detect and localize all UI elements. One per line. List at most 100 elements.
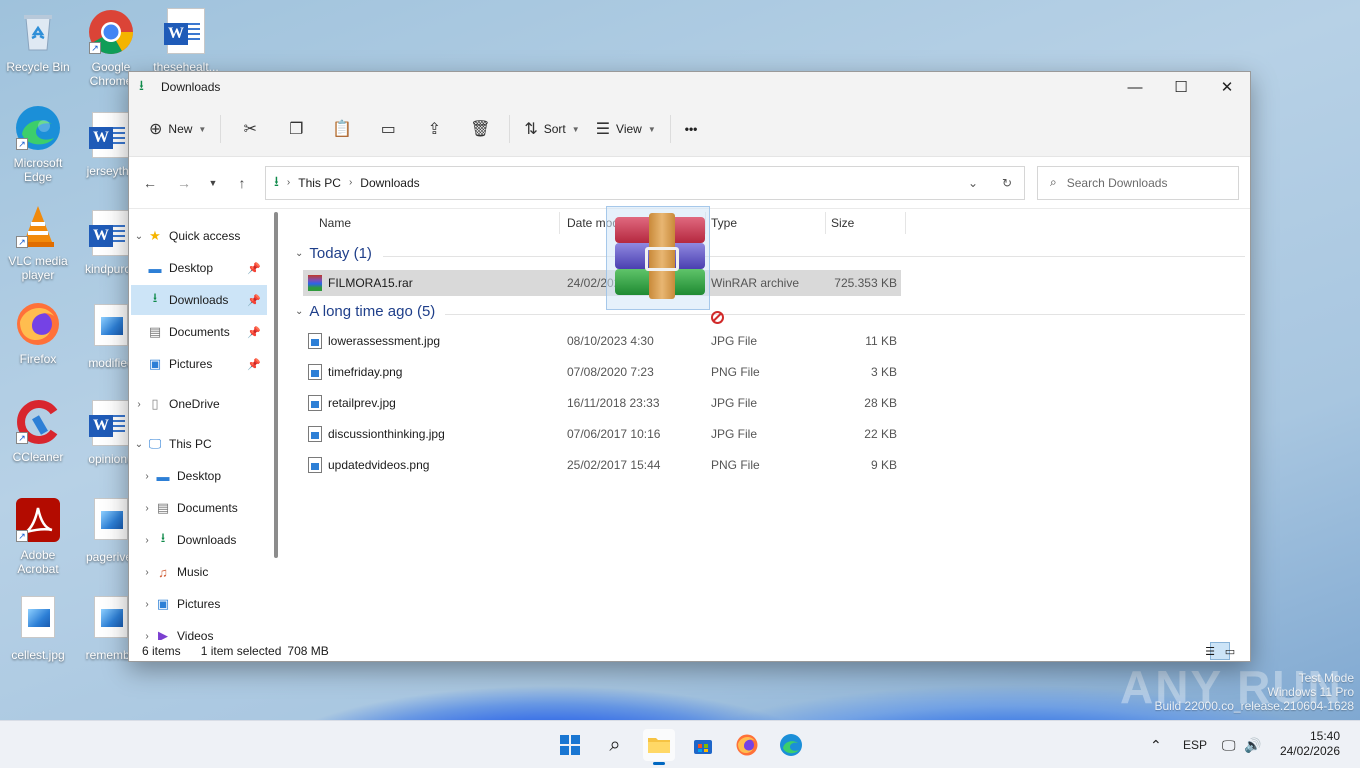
paste-button[interactable]: 📋 bbox=[319, 113, 365, 145]
sidebar-item-downloads[interactable]: ⭳ Downloads 📌 bbox=[131, 285, 267, 315]
up-button[interactable]: ↑ bbox=[225, 168, 259, 198]
sidebar-item-quick-access[interactable]: ⌄ ★ Quick access bbox=[131, 221, 267, 251]
test-mode-watermark: Test Mode Windows 11 Pro Build 22000.co_… bbox=[1154, 671, 1355, 713]
firefox-icon bbox=[14, 300, 62, 348]
column-divider[interactable] bbox=[825, 212, 826, 234]
recycle-bin-icon bbox=[14, 8, 62, 56]
search-button[interactable]: ⌕ bbox=[599, 729, 631, 761]
breadcrumb-downloads[interactable]: Downloads bbox=[360, 176, 419, 190]
taskbar-firefox[interactable] bbox=[731, 729, 763, 761]
chevron-down-icon: ▼ bbox=[198, 124, 207, 134]
desktop-icon-ccleaner[interactable]: ↗ CCleaner bbox=[0, 398, 76, 464]
sidebar-item-this-pc[interactable]: ⌄ 🖵 This PC bbox=[131, 429, 267, 459]
navigation-bar: ← → ▼ ↑ ⭳ › This PC › Downloads ⌄ ↻ ⌕ Se… bbox=[129, 157, 1250, 209]
large-icons-view-button[interactable]: ▭ bbox=[1225, 642, 1250, 660]
file-type: JPG File bbox=[711, 396, 758, 410]
share-button[interactable]: ⇪ bbox=[411, 113, 457, 145]
file-row[interactable]: lowerassessment.jpg 08/10/2023 4:30 JPG … bbox=[303, 328, 901, 354]
taskbar-file-explorer[interactable] bbox=[643, 729, 675, 765]
desktop-icon-recycle-bin[interactable]: Recycle Bin bbox=[0, 8, 76, 74]
column-header-type[interactable]: Type bbox=[711, 210, 737, 236]
image-file-icon bbox=[308, 426, 322, 442]
sort-button[interactable]: ⇅ Sort ▼ bbox=[516, 113, 587, 145]
downloads-icon: ⭳ bbox=[152, 290, 158, 305]
sidebar-item-pc-downloads[interactable]: › ⭳ Downloads bbox=[131, 525, 267, 555]
address-dropdown-button[interactable]: ⌄ bbox=[956, 176, 990, 190]
chevron-right-icon: › bbox=[145, 598, 149, 610]
desktop-icon-firefox[interactable]: Firefox bbox=[0, 300, 76, 366]
maximize-button[interactable]: ☐ bbox=[1158, 72, 1204, 102]
desktop-icon-word-doc[interactable]: W thesehealt... bbox=[148, 8, 224, 74]
chevron-up-icon: ⌃ bbox=[1150, 736, 1162, 753]
file-size: 28 KB bbox=[864, 396, 897, 410]
sidebar-item-pc-documents[interactable]: › ▤ Documents bbox=[131, 493, 267, 523]
edge-icon: ↗ bbox=[14, 104, 62, 152]
sidebar-scrollbar[interactable] bbox=[274, 212, 278, 558]
desktop-icon-image-file[interactable]: cellest.jpg bbox=[0, 596, 76, 662]
sidebar-item-desktop[interactable]: ▬ Desktop 📌 bbox=[131, 253, 267, 283]
file-row[interactable]: updatedvideos.png 25/02/2017 15:44 PNG F… bbox=[303, 452, 901, 478]
view-button[interactable]: ☰ View ▼ bbox=[588, 113, 664, 145]
desktop-icon-adobe-acrobat[interactable]: ↗ Adobe Acrobat bbox=[0, 496, 76, 576]
delete-button[interactable]: 🗑 bbox=[457, 113, 503, 145]
start-button[interactable] bbox=[554, 729, 586, 761]
more-options-button[interactable]: ••• bbox=[677, 113, 706, 145]
pin-icon: 📌 bbox=[247, 326, 261, 339]
new-button[interactable]: ⊕ New ▼ bbox=[141, 113, 214, 145]
minimize-button[interactable]: — bbox=[1112, 72, 1158, 102]
image-file-icon bbox=[308, 364, 322, 380]
file-row[interactable]: discussionthinking.jpg 07/06/2017 10:16 … bbox=[303, 421, 901, 447]
cut-button[interactable]: ✂ bbox=[227, 113, 273, 145]
address-bar[interactable]: ⭳ › This PC › Downloads ⌄ ↻ bbox=[265, 165, 1025, 200]
file-row[interactable]: FILMORA15.rar 24/02/2026 15:39 WinRAR ar… bbox=[303, 270, 901, 296]
refresh-button[interactable]: ↻ bbox=[990, 176, 1024, 190]
language-indicator[interactable]: ESP bbox=[1183, 721, 1207, 768]
desktop-icon-vlc[interactable]: ↗ VLC media player bbox=[0, 202, 76, 282]
copy-button[interactable]: ❐ bbox=[273, 113, 319, 145]
file-type: JPG File bbox=[711, 334, 758, 348]
search-input[interactable]: ⌕ Search Downloads bbox=[1037, 165, 1239, 200]
show-hidden-icons-button[interactable]: ⌃ bbox=[1150, 721, 1162, 768]
column-header-size[interactable]: Size bbox=[831, 210, 854, 236]
rename-icon: ▭ bbox=[380, 121, 396, 138]
window-title: Downloads bbox=[161, 80, 221, 94]
desktop-icon-label: Adobe Acrobat bbox=[17, 548, 59, 576]
clock[interactable]: 15:40 24/02/2026 bbox=[1280, 729, 1340, 759]
sidebar-item-onedrive[interactable]: › ▯ OneDrive bbox=[131, 389, 267, 419]
file-row[interactable]: timefriday.png 07/08/2020 7:23 PNG File … bbox=[303, 359, 901, 385]
sidebar-item-documents[interactable]: ▤ Documents 📌 bbox=[131, 317, 267, 347]
sidebar-item-videos[interactable]: › ▶ Videos bbox=[131, 621, 267, 640]
copy-icon: ❐ bbox=[289, 121, 304, 138]
more-icon: ••• bbox=[684, 122, 698, 136]
file-date: 08/10/2023 4:30 bbox=[567, 334, 654, 348]
column-divider[interactable] bbox=[905, 212, 906, 234]
breadcrumb-this-pc[interactable]: This PC bbox=[298, 176, 341, 190]
column-header-name[interactable]: Name bbox=[319, 210, 351, 236]
group-header-today[interactable]: ⌄ Today (1) bbox=[295, 245, 372, 262]
toolbar-divider bbox=[220, 115, 222, 143]
close-button[interactable]: ✕ bbox=[1204, 72, 1250, 102]
column-divider[interactable] bbox=[559, 212, 560, 234]
sidebar-item-pc-pictures[interactable]: › ▣ Pictures bbox=[131, 589, 267, 619]
trash-icon: 🗑 bbox=[470, 121, 491, 138]
recent-locations-button[interactable]: ▼ bbox=[201, 168, 225, 198]
taskbar-edge[interactable] bbox=[775, 729, 807, 761]
pictures-icon: ▣ bbox=[148, 356, 162, 371]
group-header-long-ago[interactable]: ⌄ A long time ago (5) bbox=[295, 303, 435, 320]
forward-button[interactable]: → bbox=[167, 168, 201, 198]
network-icon[interactable]: 🖵 bbox=[1222, 721, 1236, 768]
sidebar-item-pc-desktop[interactable]: › ▬ Desktop bbox=[131, 461, 267, 491]
file-row[interactable]: retailprev.jpg 16/11/2018 23:33 JPG File… bbox=[303, 390, 901, 416]
volume-icon[interactable]: 🔊 bbox=[1244, 721, 1261, 768]
file-size: 22 KB bbox=[864, 427, 897, 441]
share-icon: ⇪ bbox=[427, 121, 442, 138]
sidebar-item-pictures[interactable]: ▣ Pictures 📌 bbox=[131, 349, 267, 379]
title-bar[interactable]: ⭳ Downloads — ☐ ✕ bbox=[129, 72, 1250, 102]
downloads-icon: ⭳ bbox=[139, 77, 144, 93]
downloads-icon: ⭳ bbox=[274, 172, 279, 189]
sidebar-item-music[interactable]: › ♫ Music bbox=[131, 557, 267, 587]
rename-button[interactable]: ▭ bbox=[365, 113, 411, 145]
back-button[interactable]: ← bbox=[133, 168, 167, 198]
taskbar-store[interactable] bbox=[687, 729, 719, 761]
desktop-icon-edge[interactable]: ↗ Microsoft Edge bbox=[0, 104, 76, 184]
